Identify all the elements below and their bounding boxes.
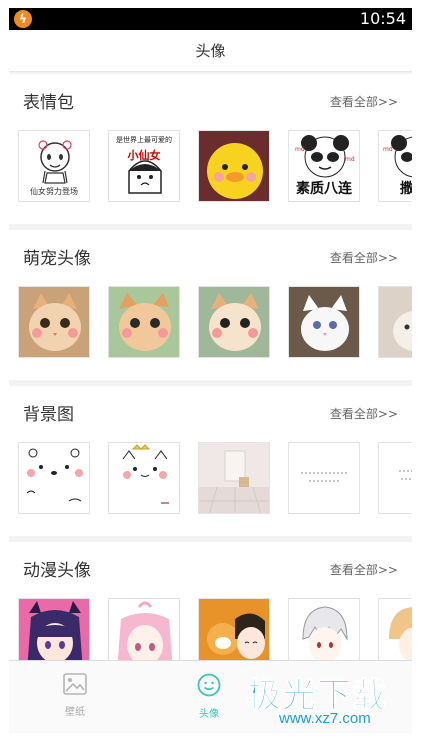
section-memes: 表情包 查看全部>> 仙女努力登场 是世界上最可爱的 小仙女 md md 素质八… — [9, 74, 412, 224]
view-all-link[interactable]: 查看全部>> — [330, 249, 398, 266]
meme-caption: 素质八连 — [296, 181, 352, 197]
status-time: 10:54 — [359, 9, 406, 28]
tab-wallpaper[interactable]: 壁纸 — [35, 673, 115, 718]
smiley-icon — [197, 673, 221, 697]
section-title: 动漫头像 — [23, 561, 91, 581]
phone-screen: ϟ 10:54 头像 表情包 查看全部>> 仙女努力登场 是世界上最可爱的 小仙… — [9, 8, 412, 733]
meme-caption-top: 是世界上最可爱的 — [116, 136, 172, 144]
svg-text:md: md — [345, 156, 355, 163]
cat-thumb[interactable] — [288, 286, 360, 358]
tab-label: 壁纸 — [65, 707, 85, 718]
text-note-thumb[interactable] — [288, 442, 360, 514]
cat-thumb[interactable] — [198, 286, 270, 358]
section-title: 背景图 — [23, 405, 74, 425]
svg-text:md: md — [383, 146, 393, 153]
watermark-url: www.xz7.com — [279, 710, 371, 727]
doodle-thumb[interactable] — [108, 442, 180, 514]
watermark: 极光下载 www.xz7.com — [239, 668, 412, 730]
meme-thumb[interactable]: 是世界上最可爱的 小仙女 — [108, 130, 180, 202]
tab-avatar[interactable]: 头像 — [169, 673, 249, 720]
section-pets: 萌宠头像 查看全部>> — [9, 230, 412, 380]
duck-thumb[interactable] — [198, 130, 270, 202]
lightning-icon: ϟ — [14, 10, 32, 28]
svg-text:md: md — [295, 146, 305, 153]
cat-thumb[interactable] — [378, 286, 412, 358]
view-all-link[interactable]: 查看全部>> — [330, 405, 398, 422]
section-title: 萌宠头像 — [23, 249, 91, 269]
room-thumb[interactable] — [198, 442, 270, 514]
page-title: 头像 — [195, 42, 226, 60]
meme-caption: 仙女努力登场 — [30, 187, 78, 196]
panda-meme-thumb[interactable]: md md 素质八连 — [288, 130, 360, 202]
doodle-thumb[interactable] — [18, 442, 90, 514]
title-bar: 头像 — [9, 30, 412, 72]
text-note-thumb[interactable] — [378, 442, 412, 514]
meme-thumb[interactable]: 仙女努力登场 — [18, 130, 90, 202]
view-all-link[interactable]: 查看全部>> — [330, 561, 398, 578]
wallpaper-icon — [63, 673, 87, 695]
thumb-row: 仙女努力登场 是世界上最可爱的 小仙女 md md 素质八连 md — [18, 130, 412, 202]
panda-meme-thumb[interactable]: md 撒娇 — [378, 130, 412, 202]
section-backgrounds: 背景图 查看全部>> — [9, 386, 412, 536]
status-bar: ϟ 10:54 — [9, 8, 412, 30]
meme-caption-big: 小仙女 — [127, 149, 161, 162]
thumb-row — [18, 442, 412, 514]
cat-thumb[interactable] — [18, 286, 90, 358]
view-all-link[interactable]: 查看全部>> — [330, 93, 398, 110]
cat-thumb[interactable] — [108, 286, 180, 358]
thumb-row — [18, 286, 412, 358]
section-title: 表情包 — [23, 93, 74, 113]
tab-label: 头像 — [199, 709, 219, 720]
meme-caption: 撒娇 — [379, 178, 412, 198]
